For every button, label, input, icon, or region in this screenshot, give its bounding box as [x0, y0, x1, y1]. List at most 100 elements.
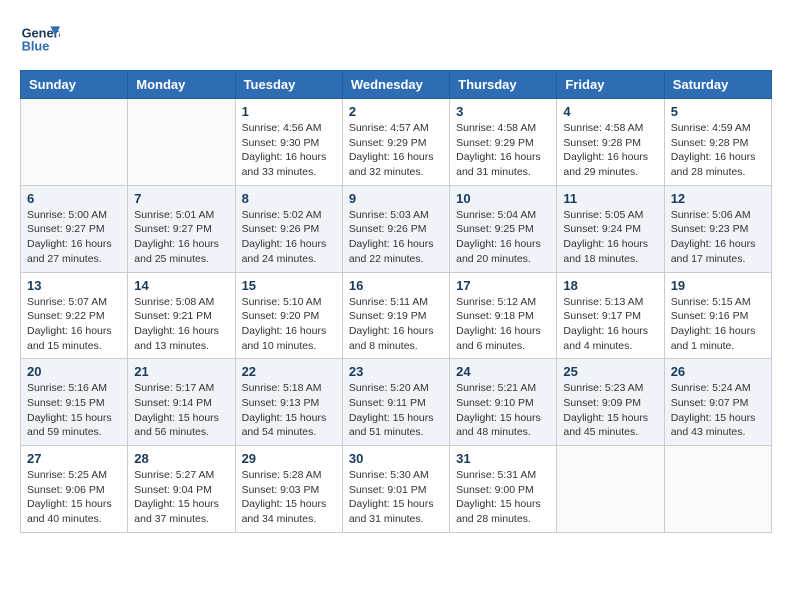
weekday-header-thursday: Thursday	[450, 71, 557, 99]
day-number: 18	[563, 278, 657, 293]
calendar-day-cell: 21 Sunrise: 5:17 AM Sunset: 9:14 PM Dayli…	[128, 359, 235, 446]
day-info: Sunrise: 4:56 AM Sunset: 9:30 PM Dayligh…	[242, 121, 336, 180]
calendar-day-cell: 15 Sunrise: 5:10 AM Sunset: 9:20 PM Dayli…	[235, 272, 342, 359]
day-info: Sunrise: 4:59 AM Sunset: 9:28 PM Dayligh…	[671, 121, 765, 180]
day-number: 7	[134, 191, 228, 206]
weekday-header-wednesday: Wednesday	[342, 71, 449, 99]
day-number: 16	[349, 278, 443, 293]
day-number: 10	[456, 191, 550, 206]
day-info: Sunrise: 5:02 AM Sunset: 9:26 PM Dayligh…	[242, 208, 336, 267]
day-number: 25	[563, 364, 657, 379]
day-number: 5	[671, 104, 765, 119]
calendar-day-cell: 10 Sunrise: 5:04 AM Sunset: 9:25 PM Dayli…	[450, 185, 557, 272]
calendar-day-cell: 6Sunrise: 5:00 AM Sunset: 9:27 PM Daylig…	[21, 185, 128, 272]
day-number: 26	[671, 364, 765, 379]
day-number: 8	[242, 191, 336, 206]
weekday-header-sunday: Sunday	[21, 71, 128, 99]
day-number: 23	[349, 364, 443, 379]
page-header: General Blue	[20, 20, 772, 60]
calendar-day-cell: 25 Sunrise: 5:23 AM Sunset: 9:09 PM Dayli…	[557, 359, 664, 446]
calendar-day-cell: 31 Sunrise: 5:31 AM Sunset: 9:00 PM Dayli…	[450, 446, 557, 533]
day-info: Sunrise: 4:58 AM Sunset: 9:28 PM Dayligh…	[563, 121, 657, 180]
day-number: 9	[349, 191, 443, 206]
weekday-header-tuesday: Tuesday	[235, 71, 342, 99]
day-number: 1	[242, 104, 336, 119]
day-info: Sunrise: 5:30 AM Sunset: 9:01 PM Dayligh…	[349, 468, 443, 527]
calendar-day-cell: 18Sunrise: 5:13 AM Sunset: 9:17 PM Dayli…	[557, 272, 664, 359]
calendar-day-cell: 12Sunrise: 5:06 AM Sunset: 9:23 PM Dayli…	[664, 185, 771, 272]
day-info: Sunrise: 5:04 AM Sunset: 9:25 PM Dayligh…	[456, 208, 550, 267]
day-info: Sunrise: 5:10 AM Sunset: 9:20 PM Dayligh…	[242, 295, 336, 354]
day-number: 20	[27, 364, 121, 379]
day-number: 27	[27, 451, 121, 466]
calendar-day-cell: 29 Sunrise: 5:28 AM Sunset: 9:03 PM Dayli…	[235, 446, 342, 533]
day-number: 21	[134, 364, 228, 379]
calendar-day-cell: 16 Sunrise: 5:11 AM Sunset: 9:19 PM Dayli…	[342, 272, 449, 359]
calendar-day-cell	[128, 99, 235, 186]
day-info: Sunrise: 5:25 AM Sunset: 9:06 PM Dayligh…	[27, 468, 121, 527]
calendar-day-cell: 2 Sunrise: 4:57 AM Sunset: 9:29 PM Daylig…	[342, 99, 449, 186]
day-number: 6	[27, 191, 121, 206]
weekday-header-monday: Monday	[128, 71, 235, 99]
day-info: Sunrise: 5:12 AM Sunset: 9:18 PM Dayligh…	[456, 295, 550, 354]
calendar-day-cell: 5 Sunrise: 4:59 AM Sunset: 9:28 PM Daylig…	[664, 99, 771, 186]
calendar-day-cell: 28 Sunrise: 5:27 AM Sunset: 9:04 PM Dayli…	[128, 446, 235, 533]
calendar-day-cell: 4Sunrise: 4:58 AM Sunset: 9:28 PM Daylig…	[557, 99, 664, 186]
day-info: Sunrise: 4:57 AM Sunset: 9:29 PM Dayligh…	[349, 121, 443, 180]
day-info: Sunrise: 5:31 AM Sunset: 9:00 PM Dayligh…	[456, 468, 550, 527]
calendar-day-cell: 19 Sunrise: 5:15 AM Sunset: 9:16 PM Dayli…	[664, 272, 771, 359]
calendar-day-cell	[21, 99, 128, 186]
day-info: Sunrise: 5:18 AM Sunset: 9:13 PM Dayligh…	[242, 381, 336, 440]
day-number: 11	[563, 191, 657, 206]
calendar-day-cell	[557, 446, 664, 533]
calendar-day-cell: 30 Sunrise: 5:30 AM Sunset: 9:01 PM Dayli…	[342, 446, 449, 533]
day-info: Sunrise: 4:58 AM Sunset: 9:29 PM Dayligh…	[456, 121, 550, 180]
day-info: Sunrise: 5:21 AM Sunset: 9:10 PM Dayligh…	[456, 381, 550, 440]
calendar-day-cell: 7 Sunrise: 5:01 AM Sunset: 9:27 PM Daylig…	[128, 185, 235, 272]
day-number: 2	[349, 104, 443, 119]
day-number: 19	[671, 278, 765, 293]
day-info: Sunrise: 5:06 AM Sunset: 9:23 PM Dayligh…	[671, 208, 765, 267]
day-info: Sunrise: 5:08 AM Sunset: 9:21 PM Dayligh…	[134, 295, 228, 354]
day-number: 31	[456, 451, 550, 466]
day-info: Sunrise: 5:01 AM Sunset: 9:27 PM Dayligh…	[134, 208, 228, 267]
calendar-day-cell: 24 Sunrise: 5:21 AM Sunset: 9:10 PM Dayli…	[450, 359, 557, 446]
day-number: 28	[134, 451, 228, 466]
day-info: Sunrise: 5:11 AM Sunset: 9:19 PM Dayligh…	[349, 295, 443, 354]
day-info: Sunrise: 5:28 AM Sunset: 9:03 PM Dayligh…	[242, 468, 336, 527]
day-info: Sunrise: 5:23 AM Sunset: 9:09 PM Dayligh…	[563, 381, 657, 440]
weekday-header-friday: Friday	[557, 71, 664, 99]
day-info: Sunrise: 5:24 AM Sunset: 9:07 PM Dayligh…	[671, 381, 765, 440]
calendar-week-row: 20Sunrise: 5:16 AM Sunset: 9:15 PM Dayli…	[21, 359, 772, 446]
day-info: Sunrise: 5:07 AM Sunset: 9:22 PM Dayligh…	[27, 295, 121, 354]
calendar-table: SundayMondayTuesdayWednesdayThursdayFrid…	[20, 70, 772, 533]
calendar-day-cell: 1 Sunrise: 4:56 AM Sunset: 9:30 PM Daylig…	[235, 99, 342, 186]
day-number: 3	[456, 104, 550, 119]
calendar-week-row: 1 Sunrise: 4:56 AM Sunset: 9:30 PM Daylig…	[21, 99, 772, 186]
calendar-day-cell: 8 Sunrise: 5:02 AM Sunset: 9:26 PM Daylig…	[235, 185, 342, 272]
calendar-day-cell: 14 Sunrise: 5:08 AM Sunset: 9:21 PM Dayli…	[128, 272, 235, 359]
calendar-day-cell: 23Sunrise: 5:20 AM Sunset: 9:11 PM Dayli…	[342, 359, 449, 446]
day-info: Sunrise: 5:27 AM Sunset: 9:04 PM Dayligh…	[134, 468, 228, 527]
calendar-day-cell: 17Sunrise: 5:12 AM Sunset: 9:18 PM Dayli…	[450, 272, 557, 359]
day-info: Sunrise: 5:15 AM Sunset: 9:16 PM Dayligh…	[671, 295, 765, 354]
calendar-day-cell: 3 Sunrise: 4:58 AM Sunset: 9:29 PM Daylig…	[450, 99, 557, 186]
day-number: 22	[242, 364, 336, 379]
day-number: 15	[242, 278, 336, 293]
calendar-day-cell	[664, 446, 771, 533]
logo-icon: General Blue	[20, 20, 60, 60]
day-number: 30	[349, 451, 443, 466]
day-number: 29	[242, 451, 336, 466]
calendar-day-cell: 20Sunrise: 5:16 AM Sunset: 9:15 PM Dayli…	[21, 359, 128, 446]
calendar-day-cell: 11Sunrise: 5:05 AM Sunset: 9:24 PM Dayli…	[557, 185, 664, 272]
day-number: 14	[134, 278, 228, 293]
day-info: Sunrise: 5:03 AM Sunset: 9:26 PM Dayligh…	[349, 208, 443, 267]
weekday-header-saturday: Saturday	[664, 71, 771, 99]
logo: General Blue	[20, 20, 60, 60]
calendar-day-cell: 13Sunrise: 5:07 AM Sunset: 9:22 PM Dayli…	[21, 272, 128, 359]
calendar-day-cell: 26 Sunrise: 5:24 AM Sunset: 9:07 PM Dayli…	[664, 359, 771, 446]
day-info: Sunrise: 5:17 AM Sunset: 9:14 PM Dayligh…	[134, 381, 228, 440]
day-number: 24	[456, 364, 550, 379]
calendar-week-row: 27 Sunrise: 5:25 AM Sunset: 9:06 PM Dayli…	[21, 446, 772, 533]
calendar-day-cell: 27 Sunrise: 5:25 AM Sunset: 9:06 PM Dayli…	[21, 446, 128, 533]
